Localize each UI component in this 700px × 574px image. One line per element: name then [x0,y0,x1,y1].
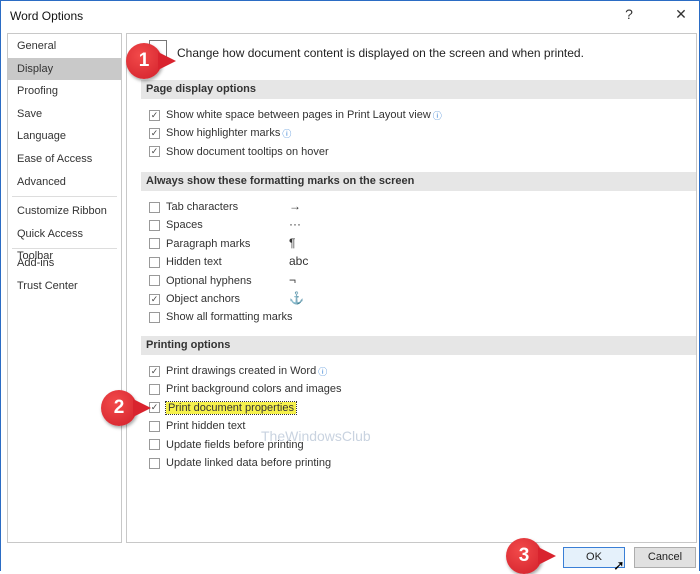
option-row[interactable]: Tab characters [149,198,238,216]
sidebar-item-advanced[interactable]: Advanced [8,171,121,194]
checkbox[interactable]: ✓ [149,293,160,305]
option-label: Paragraph marks [166,237,251,250]
option-label: Update linked data before printing [166,457,332,469]
formatting-mark-icon: ⚓ [289,291,304,305]
checkbox[interactable] [149,275,160,287]
option-row[interactable]: ✓ Show document tooltips on hover [149,143,329,161]
sidebar-item-save[interactable]: Save [8,103,121,126]
section-header: Page display options [141,80,696,99]
option-label: Show document tooltips on hover [166,145,329,158]
option-row[interactable]: Update linked data before printing [149,454,331,472]
option-row[interactable]: ✓ Show highlighter marks ⓘ [149,124,291,142]
checkbox[interactable]: ✓ [149,146,160,158]
checkbox[interactable]: ✓ [149,365,160,377]
checkbox[interactable] [149,238,160,250]
info-icon: ⓘ [282,128,292,139]
option-label: Hidden text [166,256,222,269]
help-button[interactable]: ? [619,6,639,22]
option-label: Print document properties [165,400,297,415]
checkbox[interactable]: ✓ [149,127,160,139]
checkbox[interactable] [149,219,160,231]
sidebar-item-customize-ribbon[interactable]: Customize Ribbon [8,200,121,223]
checkbox[interactable] [149,439,160,451]
callout-1: 1 [126,43,176,79]
sidebar-item-quick-access-toolbar[interactable]: Quick Access Toolbar [8,223,121,263]
info-icon: ⓘ [432,110,442,121]
formatting-mark-icon: ¬ [289,272,297,287]
dialog-title: Word Options [10,9,84,23]
word-options-dialog: Word Options ? ✕ General Display Proofin… [0,0,700,574]
callout-3: 3 [506,538,556,574]
content-panel: Change how document content is displayed… [126,33,697,543]
option-row[interactable]: Hidden text [149,253,222,271]
checkbox[interactable] [149,311,160,323]
formatting-mark-icon: ¶ [289,235,296,250]
option-row[interactable]: Optional hyphens [149,272,252,290]
formatting-mark-icon: abc [289,254,309,269]
option-row[interactable]: Print hidden text [149,417,246,435]
option-row[interactable]: Show all formatting marks [149,308,293,326]
sidebar-item-trust-center[interactable]: Trust Center [8,275,121,298]
option-row[interactable]: ✓ Print document properties [149,399,297,417]
formatting-mark-icon: ··· [289,217,301,232]
option-row[interactable]: ✓ Print drawings created in Word ⓘ [149,362,327,380]
option-row[interactable]: Paragraph marks [149,235,250,253]
option-label: Show all formatting marks [166,311,293,324]
option-label: Show white space between pages in Print … [166,109,431,121]
option-label: Optional hyphens [166,274,252,287]
checkbox[interactable] [149,420,160,432]
option-label: Print background colors and images [166,383,342,396]
option-row[interactable]: Spaces [149,216,203,234]
checkbox[interactable] [149,256,160,268]
option-label: Spaces [166,219,203,232]
option-label: Object anchors [166,293,240,305]
watermark: TheWindowsClub [261,428,371,444]
formatting-mark-icon: → [289,199,301,213]
section-header: Always show these formatting marks on th… [141,172,696,191]
close-button[interactable]: ✕ [671,6,691,23]
sidebar-item-language[interactable]: Language [8,125,121,148]
cancel-button[interactable]: Cancel [634,547,696,568]
option-label: Show highlighter marks [166,127,281,140]
option-label: Print hidden text [166,420,246,433]
checkbox[interactable] [149,383,160,395]
info-icon: ⓘ [318,366,328,377]
option-label: Print drawings created in Word [166,365,317,377]
option-row[interactable]: ✓ Object anchors [149,290,240,308]
sidebar-item-proofing[interactable]: Proofing [8,80,121,103]
sidebar: General Display Proofing Save Language E… [7,33,122,543]
sidebar-item-ease-of-access[interactable]: Ease of Access [8,148,121,171]
intro-text: Change how document content is displayed… [177,46,584,60]
mouse-cursor-icon: ➚ [613,557,625,573]
section-header: Printing options [141,336,696,355]
sidebar-item-add-ins[interactable]: Add-ins [8,252,121,275]
checkbox[interactable] [149,457,160,469]
option-label: Tab characters [166,201,239,213]
checkbox[interactable]: ✓ [149,109,160,121]
sidebar-item-general[interactable]: General [8,35,121,58]
option-row[interactable]: Print background colors and images [149,380,341,398]
option-row[interactable]: ✓ Show white space between pages in Print… [149,106,442,124]
checkbox[interactable] [149,201,160,213]
callout-2: 2 [101,390,151,426]
divider [12,196,117,198]
sidebar-item-display[interactable]: Display [8,57,121,81]
